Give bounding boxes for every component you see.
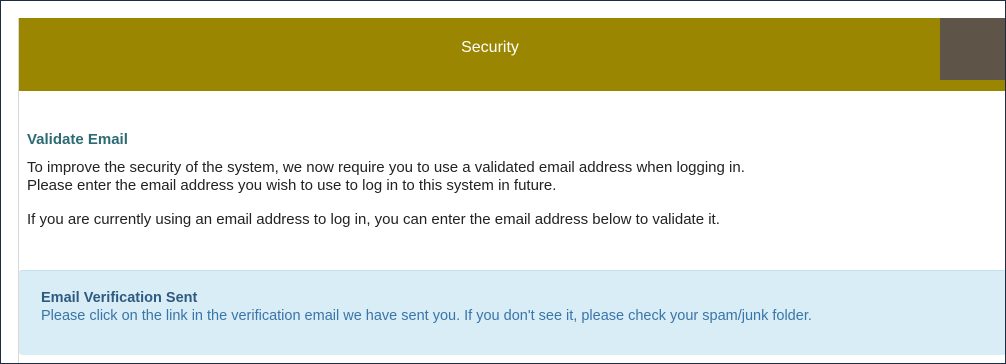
window-frame: Security Validate Email To improve the s… [0,0,1006,364]
validate-email-section: Validate Email To improve the security o… [27,131,1005,229]
header-corner-block [940,18,1005,80]
header-title: Security [461,39,519,56]
alert-message: Please click on the link in the verifica… [41,308,812,324]
header-bar: Security [19,18,1005,91]
instruction-line-1: To improve the security of the system, w… [27,159,745,176]
security-panel: Security Validate Email To improve the s… [18,18,1005,363]
section-title: Validate Email [27,131,128,148]
verification-sent-alert: Email Verification Sent Please click on … [19,270,1005,355]
alert-title: Email Verification Sent [41,290,198,306]
instruction-line-2: Please enter the email address you wish … [27,177,557,194]
instruction-line-3: If you are currently using an email addr… [27,211,720,228]
